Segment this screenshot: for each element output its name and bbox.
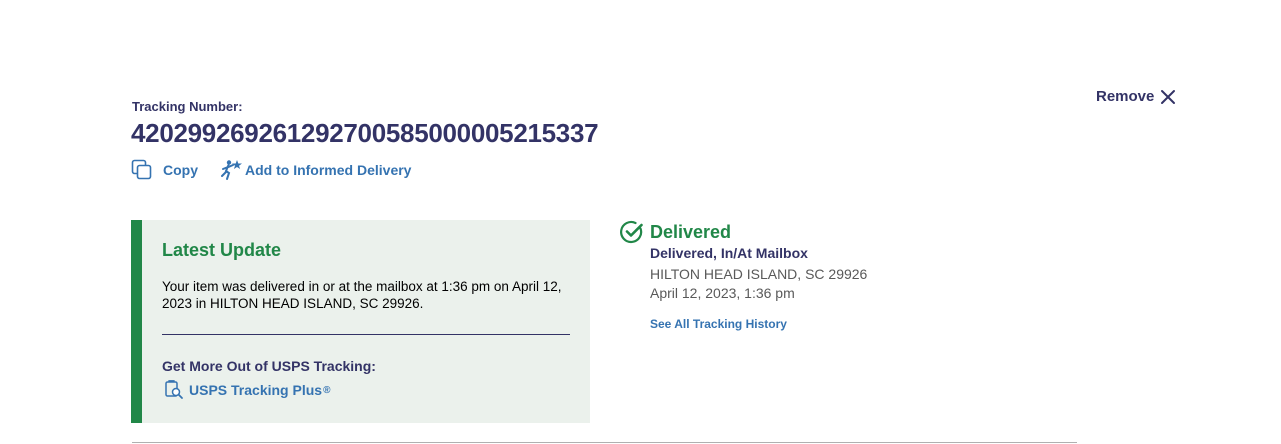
remove-label: Remove xyxy=(1096,88,1155,105)
tracking-number: 420299269261292700585000005215337 xyxy=(131,118,599,148)
status-detail: Delivered, In/At Mailbox xyxy=(650,245,808,261)
registered-mark: ® xyxy=(323,384,331,396)
informed-delivery-icon xyxy=(220,159,242,181)
status-title: Delivered xyxy=(650,221,732,242)
usps-tracking-plus-link[interactable]: USPS Tracking Plus ® xyxy=(164,380,330,400)
copy-button[interactable]: Copy xyxy=(131,159,198,181)
tracking-plus-icon xyxy=(164,380,184,400)
add-to-informed-delivery-label: Add to Informed Delivery xyxy=(245,162,412,178)
close-icon xyxy=(1160,89,1176,105)
copy-icon xyxy=(131,159,153,181)
usps-tracking-plus-label: USPS Tracking Plus xyxy=(189,382,323,398)
tracking-number-label: Tracking Number: xyxy=(132,99,243,114)
add-to-informed-delivery-link[interactable]: Add to Informed Delivery xyxy=(220,159,411,181)
status-location: HILTON HEAD ISLAND, SC 29926 xyxy=(650,266,868,282)
see-all-tracking-history-link[interactable]: See All Tracking History xyxy=(650,317,787,331)
check-circle-icon xyxy=(620,220,644,244)
latest-update-divider xyxy=(162,334,570,335)
latest-update-body: Your item was delivered in or at the mai… xyxy=(162,279,562,311)
copy-label: Copy xyxy=(163,162,198,178)
delivery-status-block: Delivered Delivered, In/At Mailbox HILTO… xyxy=(620,220,867,331)
section-divider xyxy=(132,442,1077,443)
latest-update-title: Latest Update xyxy=(162,240,282,260)
more-tracking-title: Get More Out of USPS Tracking: xyxy=(162,358,376,374)
latest-update-panel: Latest Update Your item was delivered in… xyxy=(131,220,590,423)
status-timestamp: April 12, 2023, 1:36 pm xyxy=(650,285,795,301)
status-heading: Delivered xyxy=(620,220,731,244)
tracking-actions: Copy Add to Informed Delivery xyxy=(131,157,411,183)
remove-button[interactable]: Remove xyxy=(1096,88,1176,105)
